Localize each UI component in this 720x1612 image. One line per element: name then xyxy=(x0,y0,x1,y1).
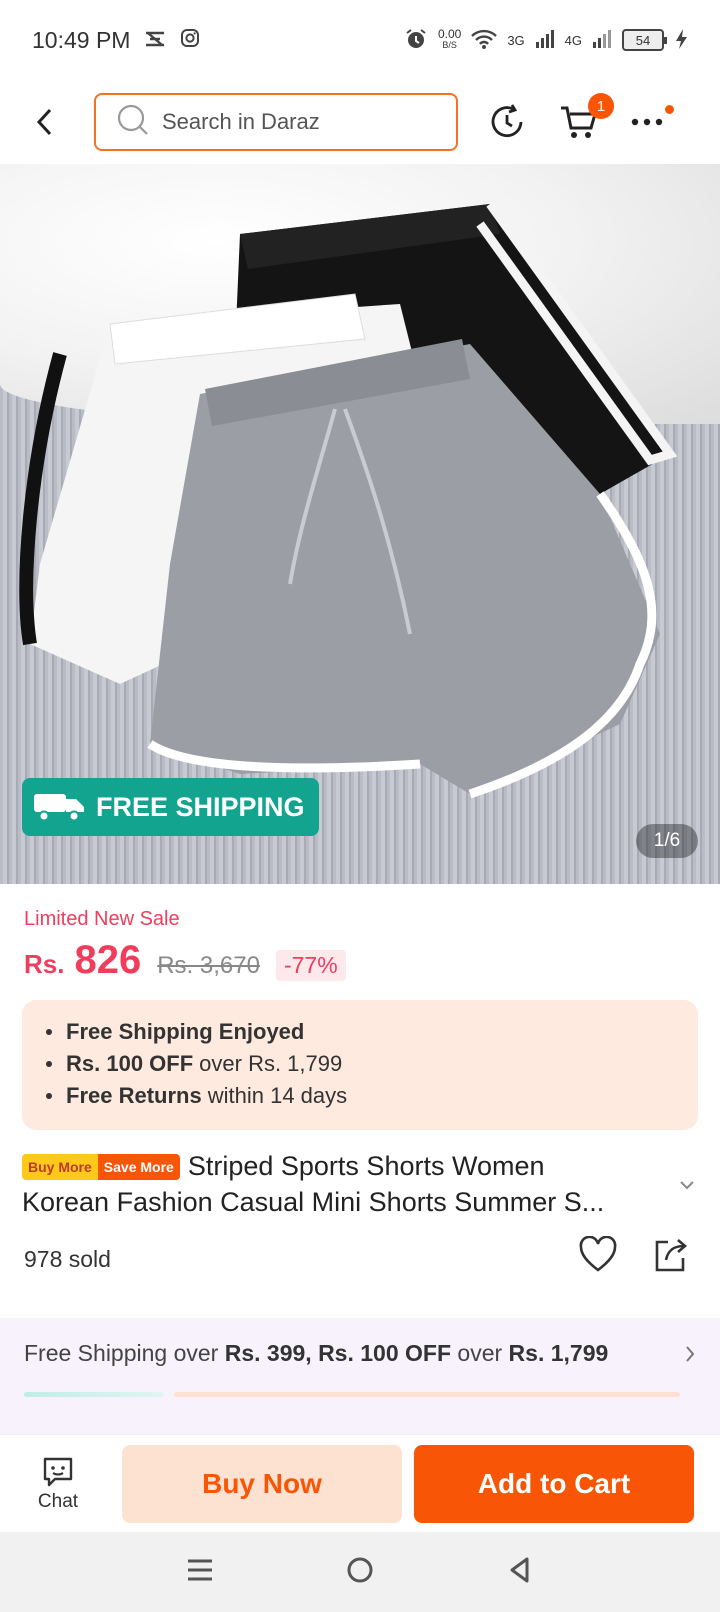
menu-icon xyxy=(188,1559,212,1580)
home-button[interactable] xyxy=(345,1555,375,1590)
alarm-icon xyxy=(404,27,428,54)
buy-now-button[interactable]: Buy Now xyxy=(122,1444,402,1523)
signal-3g-label: 3G xyxy=(507,32,525,48)
chat-button[interactable]: Chat xyxy=(0,1455,116,1513)
top-header: 1 xyxy=(0,80,720,164)
expand-title-button[interactable] xyxy=(678,1178,696,1196)
bullet-icon xyxy=(46,1061,52,1067)
history-button[interactable] xyxy=(484,99,530,145)
chat-label: Chat xyxy=(37,1490,79,1512)
sold-count: 978 sold xyxy=(24,1246,111,1272)
signal-icon xyxy=(535,29,555,52)
benefit-item: Rs. 100 OFF over Rs. 1,799 xyxy=(46,1048,674,1080)
more-dots-icon xyxy=(631,118,663,126)
net-speed: 0.00 B/S xyxy=(437,27,462,50)
system-back-button[interactable] xyxy=(505,1555,535,1590)
free-shipping-banner[interactable]: Free Shipping over Rs. 399, Rs. 100 OFF … xyxy=(0,1318,720,1434)
product-photo xyxy=(19,201,678,799)
signal-icon xyxy=(592,29,612,52)
benefits-box[interactable]: Free Shipping Enjoyed Rs. 100 OFF over Rs… xyxy=(22,1000,698,1130)
title-line-2: Korean Fashion Casual Mini Shorts Summer… xyxy=(22,1187,605,1217)
wifi-icon xyxy=(471,28,498,53)
refresh-history-icon xyxy=(491,104,523,138)
bullet-icon xyxy=(46,1029,52,1035)
chevron-right-icon xyxy=(684,1344,696,1369)
free-shipping-badge-text: FREE SHIPPING xyxy=(96,791,305,822)
signal-4g-label: 4G xyxy=(564,32,582,48)
system-nav-bar xyxy=(0,1532,720,1612)
battery-icon: 54 xyxy=(622,29,667,51)
back-arrow-icon xyxy=(36,108,52,136)
more-options-button[interactable] xyxy=(624,99,674,145)
cart-button[interactable]: 1 xyxy=(556,93,614,145)
benefit-item: Free Shipping Enjoyed xyxy=(46,1016,674,1048)
product-image-carousel[interactable]: FREE SHIPPING 1/6 xyxy=(0,164,720,884)
progress-bar-segment xyxy=(174,1392,680,1397)
shipping-offer-text: Free Shipping over Rs. 399, Rs. 100 OFF … xyxy=(24,1340,609,1366)
recent-apps-button[interactable] xyxy=(185,1555,215,1590)
back-triangle-icon xyxy=(510,1557,529,1582)
price-row: Rs. 826 Rs. 3,670 -77% xyxy=(24,938,346,983)
share-icon xyxy=(655,1239,687,1272)
status-time: 10:49 PM xyxy=(32,26,131,53)
notification-dot xyxy=(665,105,674,114)
home-circle-icon xyxy=(347,1557,373,1582)
sale-label: Limited New Sale xyxy=(24,908,180,930)
search-icon xyxy=(116,103,150,142)
instagram-icon xyxy=(180,27,200,54)
add-to-cart-button[interactable]: Add to Cart xyxy=(414,1444,694,1523)
original-price: Rs. 3,670 xyxy=(157,952,260,979)
image-counter: 1/6 xyxy=(636,824,698,858)
title-line-1: Striped Sports Shorts Women xyxy=(187,1151,545,1181)
bullet-icon xyxy=(46,1093,52,1099)
search-bar[interactable] xyxy=(94,93,458,151)
back-button[interactable] xyxy=(22,99,68,145)
chevron-down-icon xyxy=(680,1181,694,1190)
wishlist-button[interactable] xyxy=(578,1235,618,1279)
bottom-action-bar: Chat Buy Now Add to Cart xyxy=(0,1434,720,1532)
app-notification-icon xyxy=(144,27,166,54)
heart-icon xyxy=(579,1235,617,1272)
shipping-truck-icon xyxy=(32,786,88,829)
free-shipping-badge: FREE SHIPPING xyxy=(22,778,319,836)
search-input[interactable] xyxy=(162,109,422,135)
current-price: 826 xyxy=(74,938,142,982)
chat-icon xyxy=(43,1457,73,1486)
discount-badge: -77% xyxy=(275,950,346,981)
product-title[interactable]: Buy More Save More Striped Sports Shorts … xyxy=(22,1148,682,1220)
status-bar: 10:49 PM 0.00 B/S 3G 4G 54 xyxy=(0,0,720,80)
share-button[interactable] xyxy=(652,1236,688,1279)
price-currency: Rs. xyxy=(24,949,65,979)
charging-icon xyxy=(674,28,688,53)
progress-bar-segment xyxy=(24,1392,164,1397)
benefit-item: Free Returns within 14 days xyxy=(46,1080,674,1112)
buy-more-save-more-tag: Buy More Save More xyxy=(22,1154,180,1180)
cart-count-badge: 1 xyxy=(588,93,614,119)
